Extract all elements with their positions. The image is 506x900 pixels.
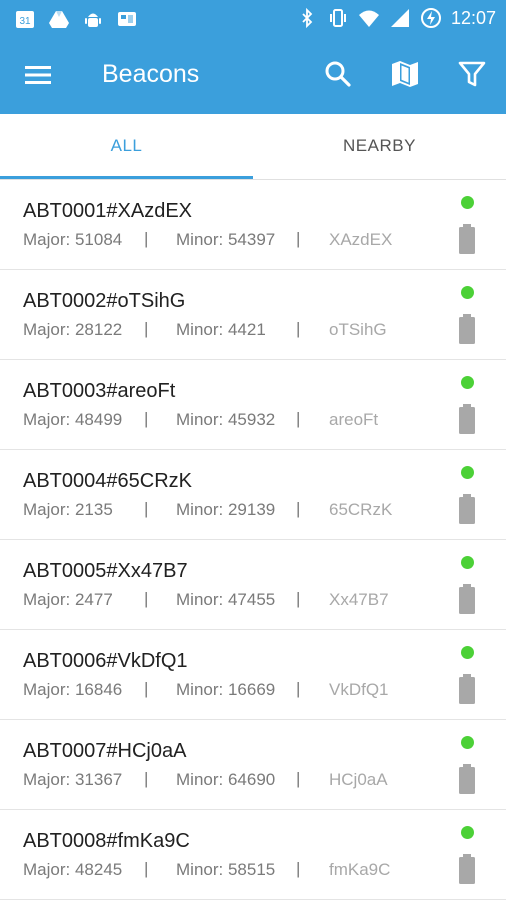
separator: | xyxy=(296,229,301,248)
online-status-dot xyxy=(461,646,474,659)
beacon-minor: Minor: 45932 xyxy=(176,410,276,429)
battery-icon xyxy=(459,404,475,434)
battery-icon xyxy=(459,584,475,614)
status-bar-notifications: 31 xyxy=(14,8,138,30)
battery-charging-icon xyxy=(420,8,441,28)
beacon-list: ABT0001#XAzdEX Major: 51084 | Minor: 543… xyxy=(0,180,506,900)
cellular-icon xyxy=(390,9,409,27)
wifi-icon xyxy=(358,10,379,27)
beacon-minor: Minor: 47455 xyxy=(176,590,276,609)
beacon-code: VkDfQ1 xyxy=(329,680,389,699)
beacon-major: Major: 31367 xyxy=(23,770,123,789)
beacon-list-item[interactable]: ABT0001#XAzdEX Major: 51084 | Minor: 543… xyxy=(0,180,506,270)
status-bar: 31 12:07 xyxy=(0,0,506,36)
battery-icon xyxy=(459,494,475,524)
battery-icon xyxy=(459,674,475,704)
online-status-dot xyxy=(461,376,474,389)
beacon-major: Major: 48245 xyxy=(23,860,123,879)
separator: | xyxy=(144,319,149,338)
online-status-dot xyxy=(461,286,474,299)
beacon-code: 65CRzK xyxy=(329,500,393,519)
beacon-code: areoFt xyxy=(329,410,379,429)
beacon-list-item[interactable]: ABT0005#Xx47B7 Major: 2477 | Minor: 4745… xyxy=(0,540,506,630)
beacon-name: ABT0005#Xx47B7 xyxy=(23,560,188,582)
beacon-name: ABT0008#fmKa9C xyxy=(23,830,190,852)
android-icon xyxy=(85,13,101,27)
beacon-major: Major: 2477 xyxy=(23,590,113,609)
separator: | xyxy=(144,229,149,248)
separator: | xyxy=(144,589,149,608)
calendar-day-text: 31 xyxy=(19,16,31,27)
separator: | xyxy=(296,859,301,878)
beacon-list-item[interactable]: ABT0006#VkDfQ1 Major: 16846 | Minor: 166… xyxy=(0,630,506,720)
online-status-dot xyxy=(461,466,474,479)
beacon-major: Major: 28122 xyxy=(23,320,123,339)
battery-icon xyxy=(459,224,475,254)
search-icon[interactable] xyxy=(321,57,355,91)
app-root: 31 12:07 Beacons ALL NEARBY ABT0001#XAzd… xyxy=(0,0,506,900)
beacon-minor: Minor: 4421 xyxy=(176,320,266,339)
beacon-code: HCj0aA xyxy=(329,770,388,789)
beacon-minor: Minor: 29139 xyxy=(176,500,276,519)
beacon-name: ABT0003#areoFt xyxy=(23,380,176,402)
separator: | xyxy=(144,859,149,878)
beacon-minor: Minor: 16669 xyxy=(176,680,276,699)
separator: | xyxy=(144,409,149,428)
beacon-major: Major: 16846 xyxy=(23,680,123,699)
online-status-dot xyxy=(461,196,474,209)
separator: | xyxy=(296,769,301,788)
bluetooth-icon xyxy=(302,7,313,29)
beacon-major: Major: 51084 xyxy=(23,230,123,249)
separator: | xyxy=(296,409,301,428)
separator: | xyxy=(144,679,149,698)
tab-nearby[interactable]: NEARBY xyxy=(253,114,506,178)
tab-all[interactable]: ALL xyxy=(0,114,253,178)
clock-time: 12:07 xyxy=(450,8,496,28)
beacon-code: Xx47B7 xyxy=(329,590,389,609)
filter-icon[interactable] xyxy=(455,57,489,91)
online-status-dot xyxy=(461,556,474,569)
tab-bar: ALL NEARBY xyxy=(0,114,506,180)
beacon-list-card: ALL NEARBY ABT0001#XAzdEX Major: 51084 |… xyxy=(0,114,506,900)
beacon-minor: Minor: 58515 xyxy=(176,860,276,879)
battery-icon xyxy=(459,854,475,884)
beacon-list-item[interactable]: ABT0003#areoFt Major: 48499 | Minor: 459… xyxy=(0,360,506,450)
beacon-code: oTSihG xyxy=(329,320,387,339)
menu-icon[interactable] xyxy=(22,59,54,91)
beacon-list-item[interactable]: ABT0002#oTSihG Major: 28122 | Minor: 442… xyxy=(0,270,506,360)
beacon-name: ABT0007#HCj0aA xyxy=(23,740,187,762)
beacon-major: Major: 2135 xyxy=(23,500,113,519)
status-bar-system: 12:07 xyxy=(296,7,496,29)
beacon-list-item[interactable]: ABT0007#HCj0aA Major: 31367 | Minor: 646… xyxy=(0,720,506,810)
beacon-minor: Minor: 64690 xyxy=(176,770,276,789)
separator: | xyxy=(296,679,301,698)
separator: | xyxy=(144,499,149,518)
map-icon[interactable] xyxy=(388,57,422,91)
beacon-name: ABT0002#oTSihG xyxy=(23,290,186,312)
page-title: Beacons xyxy=(102,60,200,88)
gallery-icon xyxy=(118,12,136,26)
online-status-dot xyxy=(461,826,474,839)
online-status-dot xyxy=(461,736,474,749)
battery-icon xyxy=(459,764,475,794)
beacon-name: ABT0001#XAzdEX xyxy=(23,200,192,222)
beacon-code: XAzdEX xyxy=(329,230,393,249)
beacon-name: ABT0004#65CRzK xyxy=(23,470,192,492)
beacon-list-item[interactable]: ABT0004#65CRzK Major: 2135 | Minor: 2913… xyxy=(0,450,506,540)
separator: | xyxy=(296,589,301,608)
separator: | xyxy=(296,319,301,338)
beacon-code: fmKa9C xyxy=(329,860,391,879)
battery-icon xyxy=(459,314,475,344)
beacon-major: Major: 48499 xyxy=(23,410,123,429)
separator: | xyxy=(144,769,149,788)
drive-icon xyxy=(49,11,69,28)
separator: | xyxy=(296,499,301,518)
app-bar: Beacons xyxy=(0,36,506,114)
beacon-name: ABT0006#VkDfQ1 xyxy=(23,650,188,672)
vibrate-icon xyxy=(329,9,346,27)
beacon-minor: Minor: 54397 xyxy=(176,230,276,249)
calendar-icon: 31 xyxy=(16,11,34,28)
beacon-list-item[interactable]: ABT0008#fmKa9C Major: 48245 | Minor: 585… xyxy=(0,810,506,900)
